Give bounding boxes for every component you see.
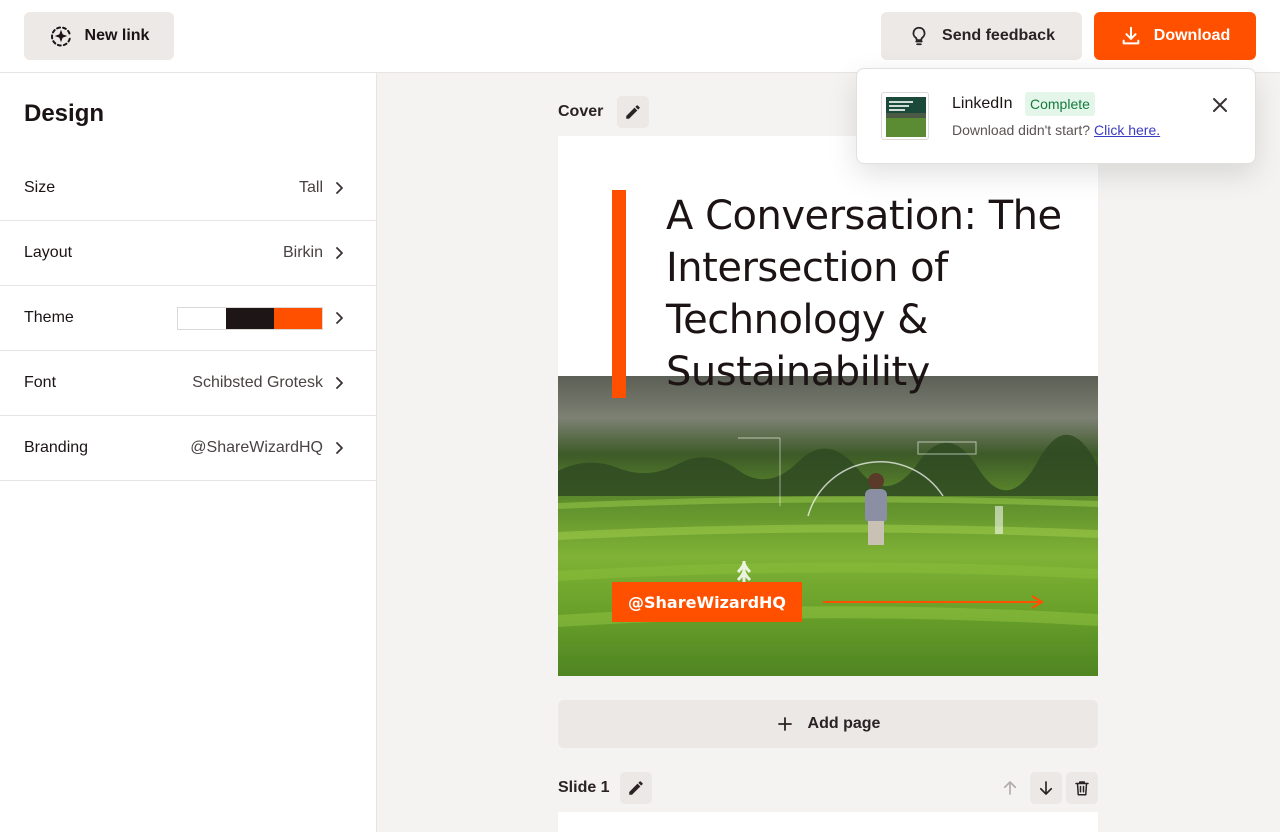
setting-layout[interactable]: Layout Birkin (0, 221, 376, 286)
arrow-up-icon (1003, 781, 1017, 795)
new-link-button[interactable]: New link (24, 12, 174, 60)
arrow-down-icon (1039, 781, 1053, 795)
trash-icon (1075, 781, 1089, 796)
cover-slide-preview[interactable]: A Conversation: The Intersection of Tech… (558, 136, 1098, 676)
add-page-label: Add page (807, 715, 881, 732)
close-toast-button[interactable] (1208, 93, 1232, 117)
download-toast: LinkedIn Complete Download didn't start?… (856, 68, 1256, 164)
toast-title: LinkedIn (952, 95, 1013, 112)
chevron-right-icon (336, 312, 343, 324)
cover-label: Cover (558, 103, 604, 120)
close-icon (1213, 98, 1227, 112)
download-label: Download (1153, 27, 1231, 44)
top-bar: New link Send feedback Download (0, 0, 1280, 73)
edit-cover-button[interactable] (617, 96, 649, 128)
setting-theme[interactable]: Theme (0, 286, 376, 351)
chevron-right-icon (336, 247, 343, 259)
toast-message-text: Download didn't start? (952, 122, 1091, 138)
move-slide-down-button[interactable] (1030, 772, 1062, 804)
add-page-button[interactable]: Add page (558, 700, 1098, 748)
cover-handle-badge: @ShareWizardHQ (612, 582, 803, 622)
chevron-right-icon (336, 377, 343, 389)
cover-photo (558, 376, 1098, 676)
setting-branding[interactable]: Branding @ShareWizardHQ (0, 416, 376, 481)
send-feedback-button[interactable]: Send feedback (881, 12, 1082, 60)
lightbulb-icon (908, 25, 930, 47)
chevron-right-icon (336, 442, 343, 454)
download-icon (1120, 25, 1142, 47)
edit-slide-button[interactable] (620, 772, 652, 804)
design-sidebar: Design Size Tall Layout Birkin Theme Fon… (0, 73, 377, 832)
toast-message: Download didn't start? Click here. (952, 122, 1160, 138)
setting-value: Tall (298, 179, 323, 196)
cover-title: A Conversation: The Intersection of Tech… (666, 193, 1062, 395)
theme-swatch-light (178, 307, 226, 329)
setting-label: Theme (24, 309, 74, 326)
setting-label: Font (24, 374, 57, 391)
theme-swatch-dark (226, 307, 274, 329)
setting-label: Layout (24, 244, 73, 261)
move-slide-up-button[interactable] (994, 772, 1026, 804)
pencil-icon (626, 105, 640, 119)
cover-accent-bar (612, 190, 626, 398)
theme-swatches (177, 306, 323, 330)
send-feedback-label: Send feedback (942, 27, 1055, 44)
sparkle-circle-icon (49, 24, 73, 48)
theme-swatch-accent (274, 307, 322, 329)
setting-label: Branding (24, 439, 89, 456)
setting-size[interactable]: Size Tall (0, 156, 376, 221)
new-link-label: New link (84, 27, 150, 44)
plus-icon (777, 717, 792, 731)
click-here-link[interactable]: Click here. (1094, 122, 1160, 138)
sidebar-title: Design (24, 100, 105, 127)
setting-value: Schibsted Grotesk (192, 374, 323, 391)
slide-1-preview[interactable] (558, 812, 1098, 832)
pencil-icon (629, 781, 643, 795)
slide-label: Slide 1 (558, 779, 610, 796)
chevron-right-icon (336, 182, 343, 194)
setting-value: Birkin (282, 244, 323, 261)
setting-label: Size (24, 179, 56, 196)
download-button[interactable]: Download (1094, 12, 1256, 60)
toast-thumbnail (881, 92, 929, 140)
delete-slide-button[interactable] (1066, 772, 1098, 804)
setting-value: @ShareWizardHQ (190, 439, 323, 456)
setting-font[interactable]: Font Schibsted Grotesk (0, 351, 376, 416)
status-badge: Complete (1025, 92, 1095, 116)
